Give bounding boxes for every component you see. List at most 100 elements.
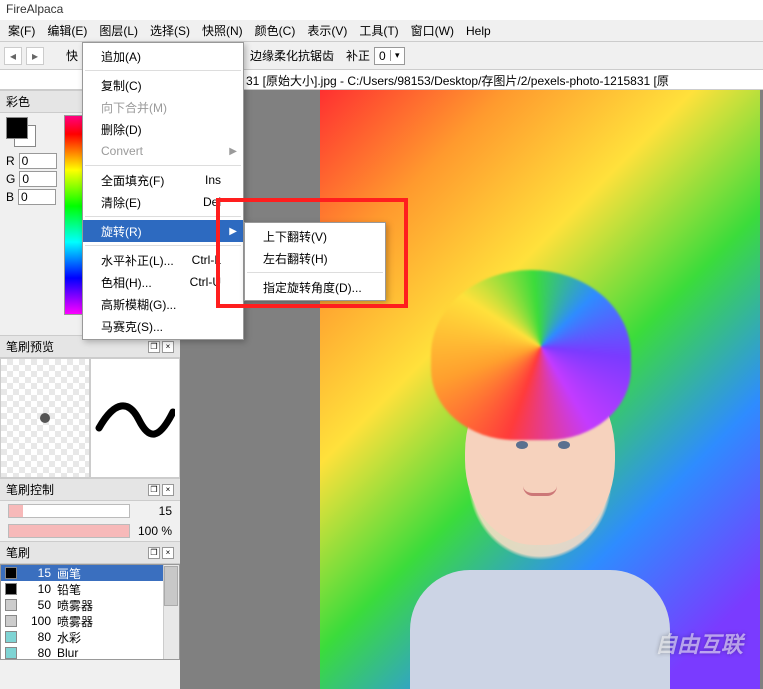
menu-view[interactable]: 表示(V) — [301, 20, 353, 41]
panel-close-icon[interactable]: × — [162, 484, 174, 496]
rotate-submenu: 上下翻转(V) 左右翻转(H) 指定旋转角度(D)... — [244, 222, 386, 301]
antialias-label: 边缘柔化抗锯齿 — [250, 47, 334, 64]
brush-name-label: 喷雾器 — [57, 613, 93, 630]
menu-delete[interactable]: 删除(D) — [83, 118, 243, 140]
panel-undock-icon[interactable]: ❐ — [148, 547, 160, 559]
menu-level[interactable]: 水平补正(L)...Ctrl-L — [83, 249, 243, 271]
brush-size-value: 15 — [136, 504, 172, 518]
photo-eye — [558, 441, 570, 449]
menu-merge-down: 向下合并(M) — [83, 96, 243, 118]
layer-dropdown-menu: 追加(A) 复制(C) 向下合并(M) 删除(D) Convert▶ 全面填充(… — [82, 42, 244, 340]
brush-name-label: 喷雾器 — [57, 597, 93, 614]
brush-list-item[interactable]: 100 喷雾器 — [1, 613, 179, 629]
menu-separator — [85, 165, 241, 166]
panel-undock-icon[interactable]: ❐ — [148, 484, 160, 496]
g-label: G — [6, 172, 15, 186]
brush-opacity-slider[interactable]: 100 % — [0, 521, 180, 541]
submenu-flip-vertical[interactable]: 上下翻转(V) — [245, 225, 385, 247]
menu-fill[interactable]: 全面填充(F)Ins — [83, 169, 243, 191]
foreground-color-swatch[interactable] — [6, 117, 28, 139]
menu-edit[interactable]: 编辑(E) — [41, 20, 93, 41]
photo-shirt — [410, 570, 670, 689]
submenu-arrow-icon: ▶ — [229, 226, 237, 237]
photo-hair — [431, 270, 631, 440]
brush-swatch-icon — [5, 615, 17, 627]
brush-size-label: 10 — [23, 582, 51, 596]
photo-eye — [516, 441, 528, 449]
menu-hue[interactable]: 色相(H)...Ctrl-U — [83, 271, 243, 293]
scrollbar[interactable] — [163, 565, 179, 659]
app-title: FireAlpaca — [6, 2, 63, 16]
menubar: 案(F) 编辑(E) 图层(L) 选择(S) 快照(N) 颜色(C) 表示(V)… — [0, 20, 763, 42]
r-label: R — [6, 154, 15, 168]
brush-name-label: 画笔 — [57, 565, 81, 582]
menu-gaussian[interactable]: 高斯模糊(G)... — [83, 293, 243, 315]
correction-label: 补正 — [346, 47, 370, 64]
b-label: B — [6, 190, 14, 204]
brush-size-label: 80 — [23, 630, 51, 644]
toolbar-prev-icon[interactable]: ◂ — [4, 47, 22, 65]
color-swatch[interactable] — [6, 117, 36, 147]
brush-name-label: 铅笔 — [57, 581, 81, 598]
submenu-arrow-icon: ▶ — [229, 146, 237, 157]
scrollbar-thumb[interactable] — [164, 566, 178, 606]
brush-name-label: Blur — [57, 646, 78, 660]
brush-control-title: 笔刷控制 ❐ × — [0, 478, 180, 501]
menu-window[interactable]: 窗口(W) — [405, 20, 460, 41]
photo-mouth — [523, 486, 557, 496]
brush-list-item[interactable]: 50 喷雾器 — [1, 597, 179, 613]
brush-size-label: 80 — [23, 646, 51, 660]
menu-color[interactable]: 颜色(C) — [249, 20, 302, 41]
menu-separator — [85, 70, 241, 71]
menu-add[interactable]: 追加(A) — [83, 45, 243, 67]
menu-select[interactable]: 选择(S) — [144, 20, 196, 41]
menu-separator — [85, 216, 241, 217]
r-input[interactable] — [19, 153, 57, 169]
brush-size-label: 100 — [23, 614, 51, 628]
brush-tip-preview — [0, 358, 90, 478]
menu-mosaic[interactable]: 马赛克(S)... — [83, 315, 243, 337]
brush-size-label: 50 — [23, 598, 51, 612]
menu-tool[interactable]: 工具(T) — [353, 20, 404, 41]
panel-close-icon[interactable]: × — [162, 547, 174, 559]
brush-list-item[interactable]: 15 画笔 — [1, 565, 179, 581]
canvas-area[interactable]: 自由互联 — [180, 90, 763, 689]
brush-swatch-icon — [5, 583, 17, 595]
brush-swatch-icon — [5, 631, 17, 643]
submenu-rotate-arbitrary[interactable]: 指定旋转角度(D)... — [245, 276, 385, 298]
brush-panel-title: 笔刷 ❐ × — [0, 541, 180, 564]
brush-list[interactable]: 15 画笔 10 铅笔 50 喷雾器 100 喷雾器 80 水彩 80 Blur — [0, 564, 180, 660]
menu-clear[interactable]: 清除(E)Del — [83, 191, 243, 213]
brush-list-item[interactable]: 80 水彩 — [1, 629, 179, 645]
menu-rotate[interactable]: 旋转(R)▶ — [83, 220, 243, 242]
submenu-flip-horizontal[interactable]: 左右翻转(H) — [245, 247, 385, 269]
window-titlebar: FireAlpaca — [0, 0, 763, 20]
toolbar-next-icon[interactable]: ▸ — [26, 47, 44, 65]
brush-size-label: 15 — [23, 566, 51, 580]
dropdown-arrow-icon: ▾ — [390, 50, 404, 61]
brush-dot-icon — [40, 413, 50, 423]
menu-help[interactable]: Help — [460, 22, 497, 40]
brush-list-item[interactable]: 10 铅笔 — [1, 581, 179, 597]
correction-dropdown[interactable]: 0 ▾ — [374, 47, 405, 65]
b-input[interactable] — [18, 189, 56, 205]
brush-size-slider[interactable]: 15 — [0, 501, 180, 521]
menu-separator — [247, 272, 383, 273]
panel-close-icon[interactable]: × — [162, 341, 174, 353]
document-path: 31 [原始大小].jpg - C:/Users/98153/Desktop/存… — [246, 72, 669, 89]
menu-snapshot[interactable]: 快照(N) — [196, 20, 249, 41]
menu-duplicate[interactable]: 复制(C) — [83, 74, 243, 96]
menu-file[interactable]: 案(F) — [2, 20, 41, 41]
brush-name-label: 水彩 — [57, 629, 81, 646]
brush-preview-panel — [0, 358, 180, 478]
menu-layer[interactable]: 图层(L) — [93, 20, 144, 41]
stroke-curve-icon — [95, 398, 175, 438]
document-image — [320, 90, 760, 689]
menu-separator — [85, 245, 241, 246]
g-input[interactable] — [19, 171, 57, 187]
brush-swatch-icon — [5, 599, 17, 611]
toolbar-quick-label: 快 — [66, 47, 78, 64]
panel-undock-icon[interactable]: ❐ — [148, 341, 160, 353]
brush-list-item[interactable]: 80 Blur — [1, 645, 179, 660]
brush-opacity-value: 100 % — [136, 524, 172, 538]
